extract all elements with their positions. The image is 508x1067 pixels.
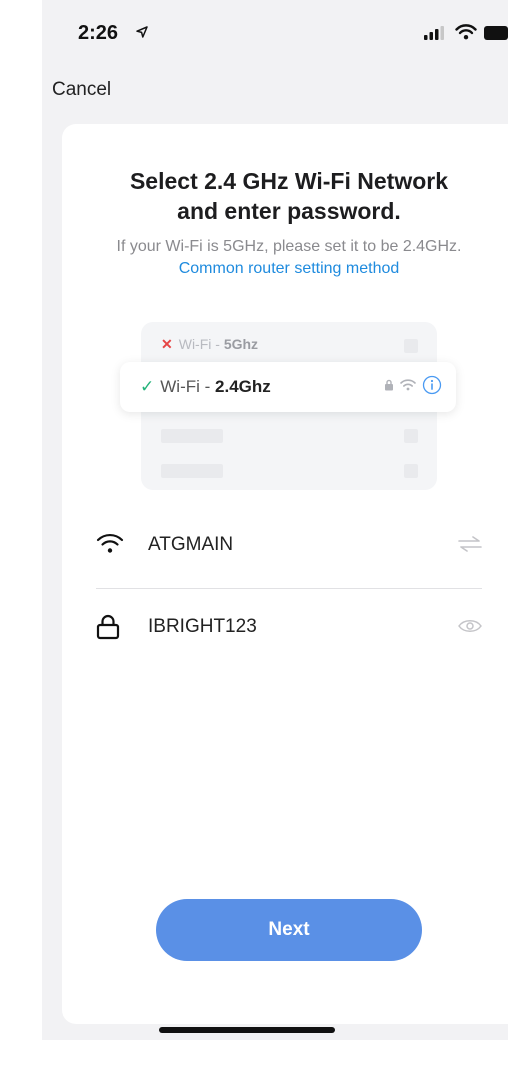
placeholder-square xyxy=(404,339,418,353)
placeholder-square xyxy=(404,464,418,478)
placeholder-bar xyxy=(161,429,223,443)
field-divider xyxy=(96,588,482,589)
wifi-status-icon xyxy=(455,24,477,40)
x-icon: ✕ xyxy=(161,336,173,352)
cancel-button[interactable]: Cancel xyxy=(52,79,111,101)
wifi-5g-prefix: Wi-Fi - xyxy=(178,336,224,352)
placeholder-bar xyxy=(161,464,223,478)
password-field xyxy=(96,600,482,660)
wifi-24g-row: ✓ Wi-Fi - 2.4Ghz xyxy=(120,362,456,412)
location-arrow-icon xyxy=(136,26,148,38)
next-button[interactable]: Next xyxy=(156,899,422,961)
lock-icon xyxy=(96,614,120,640)
switch-arrows-icon[interactable] xyxy=(458,536,482,552)
placeholder-square xyxy=(404,429,418,443)
wifi-band-illustration: ✕ Wi-Fi - 5Ghz ✓ Wi-Fi - 2.4Ghz xyxy=(120,322,456,490)
wifi-5g-row: ✕ Wi-Fi - 5Ghz xyxy=(161,336,258,353)
eye-icon[interactable] xyxy=(458,618,482,634)
wifi-24g-icons xyxy=(384,375,442,395)
page-title: Select 2.4 GHz Wi-Fi Network and enter p… xyxy=(62,166,508,226)
wifi-24g-label: ✓ Wi-Fi - 2.4Ghz xyxy=(140,377,271,397)
subtitle-text: If your Wi-Fi is 5GHz, please set it to … xyxy=(116,238,462,255)
home-indicator xyxy=(159,1027,335,1033)
phone-screen: 2:26 Cancel Select 2.4 GHz Wi-Fi Network… xyxy=(42,0,508,1040)
ssid-input[interactable] xyxy=(148,530,428,560)
wifi-setup-card: Select 2.4 GHz Wi-Fi Network and enter p… xyxy=(62,124,508,1024)
wifi-icon xyxy=(400,379,416,391)
wifi-icon xyxy=(96,533,124,553)
title-line-2: and enter password. xyxy=(177,198,401,224)
wifi-24g-band: 2.4Ghz xyxy=(215,377,271,396)
status-bar: 2:26 xyxy=(42,0,508,64)
status-time: 2:26 xyxy=(78,22,119,44)
signal-icon xyxy=(424,26,444,40)
wifi-24g-prefix: Wi-Fi - xyxy=(160,377,216,396)
info-icon xyxy=(422,375,442,395)
battery-icon xyxy=(484,26,508,40)
lock-icon xyxy=(385,379,393,391)
title-line-1: Select 2.4 GHz Wi-Fi Network xyxy=(129,168,449,194)
router-setting-link[interactable]: Common router setting method xyxy=(62,260,508,278)
check-icon: ✓ xyxy=(140,377,155,396)
wifi-5g-band: 5Ghz xyxy=(223,336,259,352)
ssid-field xyxy=(96,518,482,578)
password-input[interactable] xyxy=(148,612,428,642)
